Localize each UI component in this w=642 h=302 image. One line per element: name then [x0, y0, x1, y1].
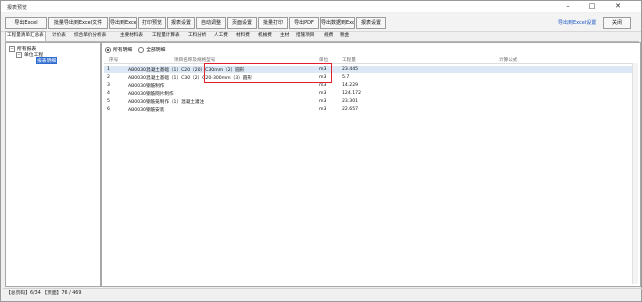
tab-fees[interactable]: 规费 — [323, 32, 334, 40]
row-num: 4 — [107, 91, 110, 96]
table-row[interactable]: 5 AB0030钢筋笼制作（1）混凝土灌注 m3 23.301 — [104, 98, 637, 105]
tree-selected-label: 报表明细 — [36, 57, 58, 64]
row-qty: 23.301 — [342, 99, 359, 104]
maximize-icon[interactable]: □ — [581, 1, 603, 12]
report-panel: 所有明细 全部明细 序号 项目名称及规格型号 单位 工程量 计算公式 1 AB0… — [101, 42, 641, 287]
export-pdf-button[interactable]: 导出PDF — [289, 17, 319, 29]
report-settings-button[interactable]: 报表设置 — [167, 17, 195, 29]
table-header: 序号 项目名称及规格型号 单位 工程量 计算公式 — [104, 56, 637, 64]
header-formula: 计算公式 — [499, 58, 518, 63]
close-button[interactable]: 关闭 — [603, 17, 631, 29]
report-tree: − 所有报表 − 单位工程 报表明细 — [5, 42, 101, 287]
tab-machine-cost[interactable]: 机械费 — [257, 32, 273, 40]
table-row[interactable]: 4 AB0030钢筋网片制作 m3 124.172 — [104, 90, 637, 97]
filter-options: 所有明细 全部明细 — [105, 46, 165, 53]
excel-settings-link[interactable]: 导出到Excel设置 — [558, 19, 596, 26]
print-preview-button[interactable]: 打印预览 — [138, 17, 166, 29]
header-qty: 工程量 — [342, 58, 356, 63]
tab-quantity-summary[interactable]: 工程量清单汇总表 — [5, 31, 46, 41]
auto-adjust-button[interactable]: 自动调整 — [196, 17, 226, 29]
row-num: 1 — [107, 67, 110, 72]
row-name: AB0030钢筋笼制作（1）混凝土灌注 — [128, 100, 205, 105]
row-name: AB0030钢筋网片制作 — [128, 92, 174, 97]
row-unit: m3 — [319, 99, 327, 104]
row-unit: m3 — [319, 91, 327, 96]
tab-measures[interactable]: 措施项目 — [295, 32, 315, 40]
row-num: 2 — [107, 75, 110, 80]
tab-main-material[interactable]: 主材 — [279, 32, 290, 40]
row-name: AB0030钢筋安装 — [128, 108, 165, 113]
tab-labor-cost[interactable]: 人工费 — [213, 32, 229, 40]
row-name: AB0030钢筋制作 — [128, 84, 165, 89]
row-num: 6 — [107, 107, 110, 112]
row-qty: 22.657 — [342, 107, 359, 112]
table-row[interactable]: 6 AB0030钢筋安装 m3 22.657 — [104, 106, 637, 113]
status-bar: 【总页码】6/34 【页面】76 / 469 — [3, 288, 642, 299]
vertical-scrollbar[interactable] — [632, 63, 638, 284]
table-row[interactable]: 1 AB0030混凝土基础（1）C20（20）C30mm（2）圆形 m3 23.… — [104, 66, 637, 73]
report-preview-window: 报表预览 – □ ✕ 导出Excel 批量导出到Excel文件 导出到Excel… — [0, 0, 642, 302]
page-setup-button[interactable]: 页面设置 — [227, 17, 257, 29]
collapse-icon[interactable]: − — [16, 51, 22, 58]
row-qty: 14.229 — [342, 83, 359, 88]
row-unit: m3 — [319, 107, 327, 112]
tab-material-cost[interactable]: 材料费 — [235, 32, 251, 40]
report-tabs: 工程量清单汇总表 计价表 综合单价分析表 主要材料表 工程量计算表 工料分析 人… — [5, 31, 639, 42]
batch-export-button[interactable]: 批量导出到Excel文件 — [48, 17, 108, 29]
radio-selected-icon — [105, 46, 111, 53]
toolbar: 导出Excel 批量导出到Excel文件 导出到Excel 打印预览 报表设置 … — [1, 13, 641, 32]
settings-button[interactable]: 报表设置 — [356, 17, 386, 29]
highlight-box — [204, 63, 332, 83]
close-icon[interactable]: ✕ — [607, 1, 629, 12]
filter-option-a-label: 所有明细 — [113, 48, 133, 53]
export-data-button[interactable]: 导出数据到Excel — [320, 17, 355, 29]
filter-option-b-label: 全部明细 — [146, 48, 166, 53]
tab-pricing[interactable]: 计价表 — [51, 32, 67, 40]
row-qty: 23.445 — [342, 67, 359, 72]
window-title: 报表预览 — [7, 5, 28, 11]
row-unit: m3 — [319, 83, 327, 88]
radio-unselected-icon — [138, 46, 145, 53]
collapse-icon[interactable]: − — [9, 45, 15, 52]
table-row[interactable]: 3 AB0030钢筋制作 m3 14.229 — [104, 82, 637, 89]
row-num: 3 — [107, 83, 110, 88]
tab-labor-analysis[interactable]: 工料分析 — [187, 32, 207, 40]
filter-option-b[interactable]: 全部明细 — [138, 46, 165, 53]
row-qty: 5.7 — [342, 75, 350, 80]
tab-quantity-calc[interactable]: 工程量计算表 — [151, 32, 181, 40]
tree-item-selected[interactable]: 报表明细 — [36, 57, 58, 64]
title-bar: 报表预览 – □ ✕ — [1, 1, 641, 12]
export-to-excel-button[interactable]: 导出到Excel — [109, 17, 137, 29]
header-num: 序号 — [109, 58, 119, 63]
tab-tax[interactable]: 税金 — [339, 32, 350, 40]
batch-print-button[interactable]: 批量打印 — [258, 17, 288, 29]
filter-option-a[interactable]: 所有明细 — [105, 46, 132, 53]
row-num: 5 — [107, 99, 110, 104]
minimize-icon[interactable]: – — [557, 1, 579, 12]
tab-main-materials[interactable]: 主要材料表 — [119, 32, 144, 40]
tab-unit-price-analysis[interactable]: 综合单价分析表 — [73, 32, 107, 40]
table-row[interactable]: 2 AB0030混凝土基础（1）C30（2）C20-300mm（3）圆形 m3 … — [104, 74, 637, 81]
row-qty: 124.172 — [342, 91, 361, 96]
export-excel-button[interactable]: 导出Excel — [5, 17, 47, 29]
